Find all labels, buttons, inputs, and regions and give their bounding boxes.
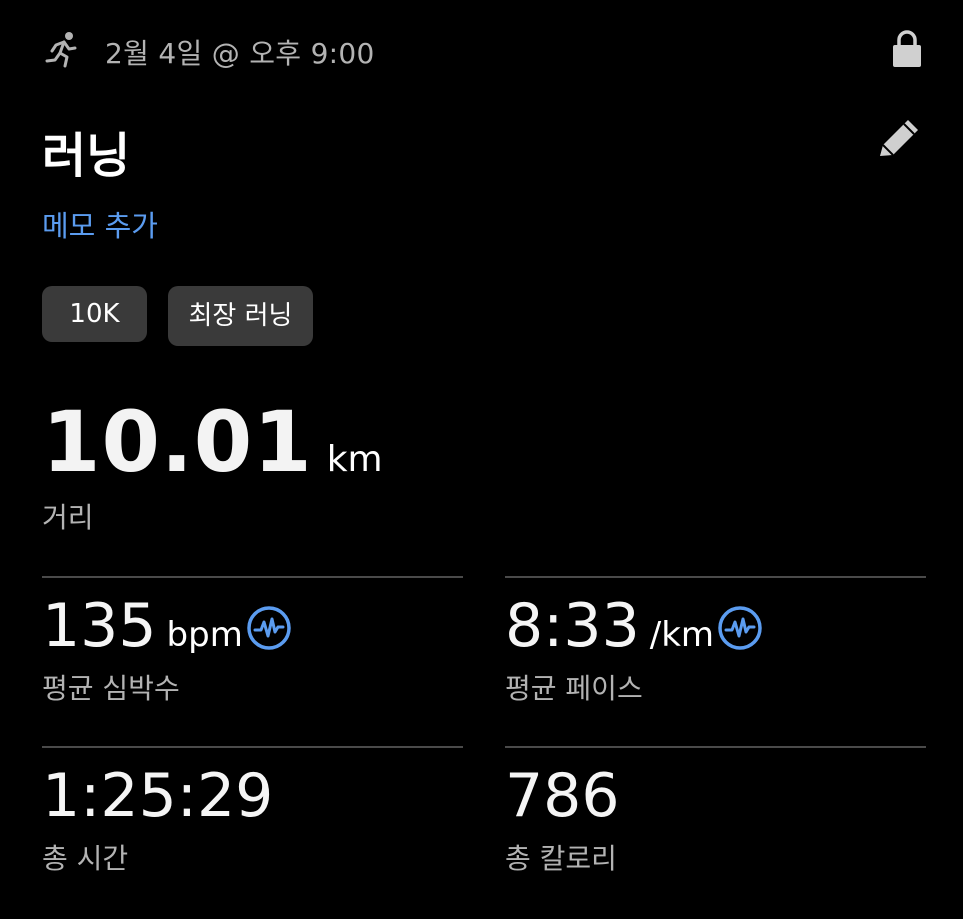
activity-datetime: 2월 4일 @ 오후 9:00	[105, 37, 375, 70]
distance-number: 10.01	[42, 393, 313, 491]
divider	[505, 576, 926, 578]
metric-value: 8:33	[505, 591, 640, 661]
running-icon	[45, 32, 77, 68]
metric-value: 786	[505, 761, 620, 831]
metric-unit: /km	[649, 615, 715, 655]
total-time-label: 총 시간	[42, 842, 129, 875]
activity-title: 러닝	[42, 128, 131, 184]
distance-value: 10.01 km	[42, 393, 383, 491]
lock-icon[interactable]	[892, 29, 922, 69]
divider	[505, 746, 926, 748]
tag-10k[interactable]: 10K	[42, 286, 147, 342]
pace-chart-icon[interactable]	[717, 605, 763, 651]
metric-unit: bpm	[166, 615, 243, 655]
total-time: 1:25:29	[42, 761, 273, 831]
divider	[42, 576, 463, 578]
avg-heart-rate: 135 bpm	[42, 591, 243, 661]
pencil-icon[interactable]	[874, 114, 924, 164]
header-bar: 2월 4일 @ 오후 9:00	[42, 26, 922, 74]
avg-pace: 8:33/km	[505, 591, 714, 661]
distance-label: 거리	[42, 501, 94, 534]
tag-longest-run[interactable]: 최장 러닝	[168, 286, 313, 346]
metric-value: 135	[42, 591, 157, 661]
metric-value: 1:25:29	[42, 761, 274, 831]
total-calories: 786	[505, 761, 620, 831]
heart-rate-chart-icon[interactable]	[246, 605, 292, 651]
divider	[42, 746, 463, 748]
avg-pace-label: 평균 페이스	[505, 672, 643, 705]
distance-unit: km	[326, 439, 383, 480]
add-memo-link[interactable]: 메모 추가	[42, 203, 158, 245]
avg-heart-rate-label: 평균 심박수	[42, 672, 180, 705]
total-calories-label: 총 칼로리	[505, 842, 617, 875]
